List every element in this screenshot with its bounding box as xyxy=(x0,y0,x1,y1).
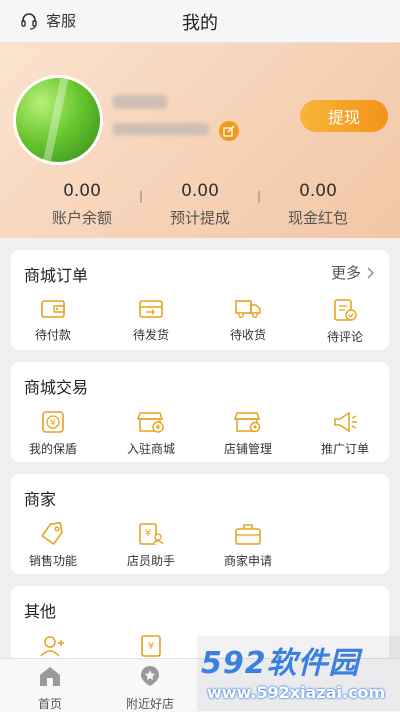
stat-value: 0.00 xyxy=(181,181,219,201)
tab-home[interactable]: 首页 xyxy=(10,665,90,712)
card-title: 商家 xyxy=(24,490,57,509)
review-icon xyxy=(334,299,357,321)
watermark-url: www.592xiazai.com xyxy=(207,683,386,702)
card-title: 商城订单 xyxy=(24,266,89,285)
watermark: 592软件园 www.592xiazai.com xyxy=(197,636,400,711)
merchant-card: 商家 销售功能 ¥ 店员助手 商家申请 xyxy=(11,474,389,574)
other-item-invite[interactable] xyxy=(18,634,88,658)
svg-text:¥: ¥ xyxy=(148,641,154,652)
bill-icon: ¥ xyxy=(141,635,161,657)
watermark-brand: 592软件园 xyxy=(201,646,360,681)
sales-function[interactable]: 销售功能 xyxy=(18,522,88,569)
order-pending-review[interactable]: 待评论 xyxy=(310,298,380,345)
shop-join-icon xyxy=(137,412,164,433)
order-pending-payment[interactable]: 待付款 xyxy=(18,298,88,343)
package-icon xyxy=(139,300,163,318)
shop-manage-icon xyxy=(234,412,261,433)
card-title: 其他 xyxy=(24,602,57,621)
item-label: 待付款 xyxy=(34,328,71,342)
stat-label: 账户余额 xyxy=(51,209,112,227)
order-pending-shipment[interactable]: 待发货 xyxy=(116,298,186,343)
stat-value: 0.00 xyxy=(63,181,101,201)
home-icon xyxy=(40,667,60,686)
promotion-orders[interactable]: 推广订单 xyxy=(310,410,380,457)
orders-card: 商城订单 更多 待付款 待发货 待收货 待评论 xyxy=(11,250,389,350)
chevron-right-icon xyxy=(367,266,375,279)
item-label: 店铺管理 xyxy=(223,442,272,456)
card-title: 商城交易 xyxy=(24,378,89,397)
item-label: 我的保盾 xyxy=(28,442,77,456)
nearby-icon xyxy=(141,666,159,686)
item-label: 入驻商城 xyxy=(126,442,175,456)
svg-text:¥: ¥ xyxy=(50,419,56,429)
clerk-assistant[interactable]: ¥ 店员助手 xyxy=(116,522,186,569)
item-label: 待评论 xyxy=(326,330,363,344)
page-title: 我的 xyxy=(182,13,218,34)
yuan-shield-icon: ¥ xyxy=(42,411,64,433)
stat-balance[interactable]: 0.00 账户余额 xyxy=(22,181,142,228)
svg-text:¥: ¥ xyxy=(145,528,151,539)
stat-label: 现金红包 xyxy=(287,209,348,227)
tag-icon xyxy=(41,522,63,546)
stat-value: 0.00 xyxy=(299,181,337,201)
more-orders-link[interactable]: 更多 xyxy=(331,262,375,283)
edit-profile-button[interactable] xyxy=(219,121,239,141)
stat-red-packet[interactable]: 0.00 现金红包 xyxy=(258,181,378,228)
withdraw-button[interactable]: 提现 xyxy=(300,100,388,132)
item-label: 推广订单 xyxy=(320,442,369,456)
more-label: 更多 xyxy=(330,264,361,282)
avatar[interactable] xyxy=(13,75,103,165)
briefcase-icon xyxy=(235,524,261,545)
my-guarantee[interactable]: ¥ 我的保盾 xyxy=(18,410,88,457)
trade-card: 商城交易 ¥ 我的保盾 入驻商城 店铺管理 推广订单 xyxy=(11,362,389,462)
stat-label: 预计提成 xyxy=(169,209,230,227)
megaphone-icon xyxy=(334,411,357,433)
profile-header: 提现 0.00 账户余额 0.00 预计提成 0.00 现金红包 xyxy=(0,43,400,238)
add-user-icon xyxy=(40,636,64,657)
order-pending-receipt[interactable]: 待收货 xyxy=(213,298,283,343)
tab-label: 附近好店 xyxy=(125,697,174,711)
item-label: 店员助手 xyxy=(126,554,175,568)
tab-nearby-shops[interactable]: 附近好店 xyxy=(110,665,190,712)
item-label: 待收货 xyxy=(229,328,266,342)
other-item-bill[interactable]: ¥ xyxy=(116,634,186,658)
shop-management[interactable]: 店铺管理 xyxy=(213,410,283,457)
assistant-icon: ¥ xyxy=(139,523,164,545)
item-label: 待发货 xyxy=(132,328,169,342)
stat-commission[interactable]: 0.00 预计提成 xyxy=(140,181,260,228)
merchant-application[interactable]: 商家申请 xyxy=(213,522,283,569)
join-mall[interactable]: 入驻商城 xyxy=(116,410,186,457)
edit-icon xyxy=(223,125,235,137)
truck-icon xyxy=(235,300,261,318)
tab-label: 首页 xyxy=(37,697,62,711)
phone-blurred xyxy=(113,123,209,135)
wallet-icon xyxy=(41,300,65,318)
top-bar: 客服 我的 xyxy=(0,0,400,43)
username-blurred xyxy=(113,95,167,109)
item-label: 商家申请 xyxy=(223,554,272,568)
balance-stats: 0.00 账户余额 0.00 预计提成 0.00 现金红包 xyxy=(0,181,400,231)
item-label: 销售功能 xyxy=(28,554,77,568)
